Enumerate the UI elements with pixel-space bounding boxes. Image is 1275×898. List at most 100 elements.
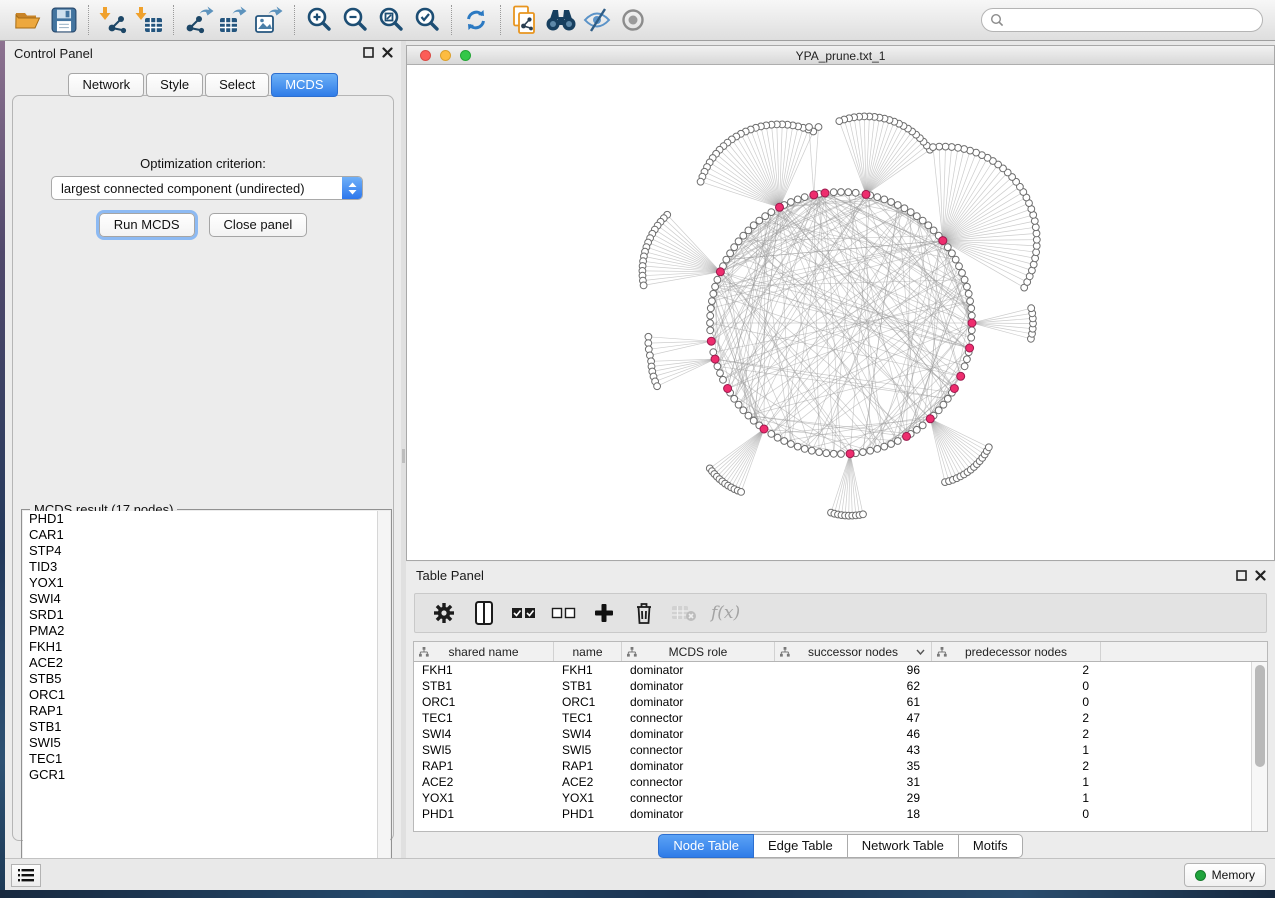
graph-leaf-node[interactable] — [654, 383, 661, 390]
cell-shared-name[interactable]: PHD1 — [414, 806, 554, 822]
network-view-titlebar[interactable]: YPA_prune.txt_1 — [407, 46, 1274, 65]
graph-node[interactable] — [788, 199, 795, 206]
graph-node[interactable] — [768, 209, 775, 216]
cell-shared-name[interactable]: YOX1 — [414, 790, 554, 806]
graph-node[interactable] — [710, 290, 717, 297]
cell-successor-nodes[interactable]: 35 — [775, 758, 932, 774]
select-all-icon[interactable] — [511, 600, 537, 626]
float-window-icon[interactable] — [363, 47, 374, 58]
mcds-result-item[interactable]: GCR1 — [23, 767, 390, 783]
graph-edge[interactable] — [754, 194, 866, 420]
table-row[interactable]: RAP1RAP1dominator352 — [414, 758, 1251, 774]
run-mcds-button[interactable]: Run MCDS — [99, 213, 195, 237]
graph-edge[interactable] — [839, 121, 866, 194]
graph-leaf-node[interactable] — [860, 511, 867, 518]
graph-edge[interactable] — [972, 323, 1033, 324]
cell-MCDS-role[interactable]: dominator — [622, 806, 775, 822]
mcds-result-item[interactable]: STB5 — [23, 671, 390, 687]
zoom-fit-icon[interactable] — [373, 3, 409, 37]
table-row[interactable]: SWI4SWI4dominator462 — [414, 726, 1251, 742]
mcds-result-item[interactable]: PHD1 — [23, 511, 390, 527]
graph-node[interactable] — [968, 327, 975, 334]
graph-edge[interactable] — [643, 272, 721, 281]
import-table-icon[interactable] — [131, 3, 167, 37]
graph-leaf-node[interactable] — [640, 282, 647, 289]
tab-style[interactable]: Style — [146, 73, 203, 97]
graph-edge[interactable] — [972, 323, 1032, 334]
zoom-out-icon[interactable] — [337, 3, 373, 37]
function-builder-icon[interactable]: f(x) — [711, 600, 740, 626]
graph-node[interactable] — [965, 290, 972, 297]
graph-edge[interactable] — [710, 330, 764, 429]
cell-predecessor-nodes[interactable]: 2 — [932, 710, 1101, 726]
graph-node[interactable] — [727, 250, 734, 257]
preview-eye-icon[interactable] — [615, 3, 651, 37]
table-scrollbar[interactable] — [1251, 662, 1267, 831]
first-neighbors-icon[interactable] — [543, 3, 579, 37]
mcds-result-item[interactable]: CAR1 — [23, 527, 390, 543]
graph-node[interactable] — [740, 232, 747, 239]
graph-leaf-node[interactable] — [645, 333, 652, 340]
table-row[interactable]: TEC1TEC1connector472 — [414, 710, 1251, 726]
cell-name[interactable]: TEC1 — [554, 710, 622, 726]
export-table-icon[interactable] — [216, 3, 252, 37]
graph-mcds-node[interactable] — [716, 268, 724, 276]
graph-node[interactable] — [968, 334, 975, 341]
graph-edge[interactable] — [761, 126, 780, 207]
mcds-result-item[interactable]: SWI4 — [23, 591, 390, 607]
graph-mcds-node[interactable] — [950, 385, 958, 393]
graph-mcds-node[interactable] — [903, 432, 911, 440]
graph-mcds-node[interactable] — [957, 372, 965, 380]
graph-mcds-node[interactable] — [926, 415, 934, 423]
graph-edge[interactable] — [714, 429, 764, 474]
graph-node[interactable] — [714, 363, 721, 370]
graph-node[interactable] — [894, 202, 901, 209]
cell-predecessor-nodes[interactable]: 2 — [932, 662, 1101, 678]
memory-button[interactable]: Memory — [1184, 863, 1266, 887]
graph-node[interactable] — [794, 196, 801, 203]
graph-edge[interactable] — [943, 198, 1027, 241]
show-hide-graphic-details-icon[interactable] — [579, 3, 615, 37]
graph-edge[interactable] — [730, 253, 970, 348]
settings-gear-icon[interactable] — [431, 600, 457, 626]
graph-node[interactable] — [801, 446, 808, 453]
graph-leaf-node[interactable] — [738, 489, 745, 496]
graph-mcds-node[interactable] — [724, 385, 732, 393]
graph-node[interactable] — [838, 451, 845, 458]
graph-node[interactable] — [731, 244, 738, 251]
save-session-icon[interactable] — [46, 3, 82, 37]
graph-edge[interactable] — [814, 127, 819, 195]
graph-node[interactable] — [913, 426, 920, 433]
export-image-icon[interactable] — [252, 3, 288, 37]
close-panel-button[interactable]: Close panel — [209, 213, 308, 237]
graph-node[interactable] — [723, 256, 730, 263]
graph-node[interactable] — [913, 213, 920, 220]
mcds-result-item[interactable]: FKH1 — [23, 639, 390, 655]
graph-leaf-node[interactable] — [697, 178, 704, 185]
graph-edge[interactable] — [731, 429, 764, 487]
graph-node[interactable] — [712, 283, 719, 290]
graph-edge[interactable] — [717, 429, 764, 477]
graph-mcds-node[interactable] — [966, 344, 974, 352]
graph-edge[interactable] — [734, 195, 814, 399]
graph-node[interactable] — [707, 312, 714, 319]
cell-successor-nodes[interactable]: 62 — [775, 678, 932, 694]
graph-mcds-node[interactable] — [776, 203, 784, 211]
graph-node[interactable] — [956, 263, 963, 270]
task-history-button[interactable] — [11, 864, 41, 887]
cell-predecessor-nodes[interactable]: 1 — [932, 742, 1101, 758]
graph-edge[interactable] — [943, 149, 964, 241]
graph-node[interactable] — [707, 327, 714, 334]
graph-node[interactable] — [852, 189, 859, 196]
graph-node[interactable] — [745, 412, 752, 419]
graph-leaf-node[interactable] — [985, 444, 992, 451]
graph-node[interactable] — [774, 434, 781, 441]
mcds-result-item[interactable]: RAP1 — [23, 703, 390, 719]
graph-node[interactable] — [788, 441, 795, 448]
mcds-result-item[interactable]: PMA2 — [23, 623, 390, 639]
tab-mcds[interactable]: MCDS — [271, 73, 337, 97]
graph-node[interactable] — [944, 395, 951, 402]
graph-leaf-node[interactable] — [836, 118, 843, 125]
cell-successor-nodes[interactable]: 47 — [775, 710, 932, 726]
graph-node[interactable] — [959, 270, 966, 277]
